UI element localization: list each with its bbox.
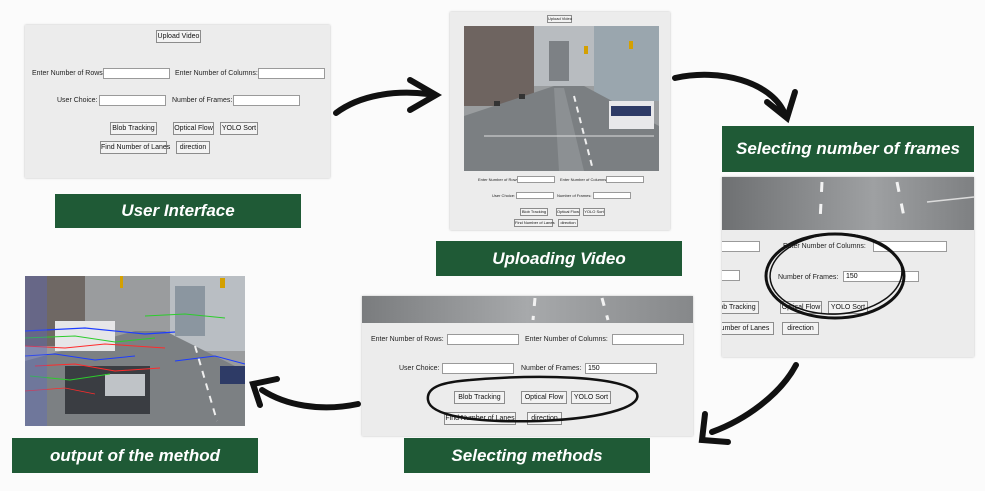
frames-label: Number of Frames: [557,193,592,198]
find-lanes-button[interactable]: Find Number of Lanes [514,219,555,227]
yolo-sort-button[interactable]: YOLO Sort [583,208,605,216]
caption-selecting-frames: Selecting number of frames [722,126,974,172]
rows-input[interactable] [103,68,170,79]
user-choice-label: User Choice: [399,365,440,372]
columns-label: Enter Number of Columns: [783,243,866,250]
blob-tracking-button[interactable]: ob Tracking [722,301,759,314]
tracking-output-icon [25,276,245,426]
lane-markings-icon [531,297,610,321]
columns-label: Enter Number of Columns: [560,177,608,182]
user-choice-input[interactable] [516,192,554,199]
left-partial-input[interactable] [722,241,760,252]
find-lanes-button[interactable]: umber of Lanes [722,322,774,335]
yolo-sort-button[interactable]: YOLO Sort [571,391,611,404]
frames-input[interactable] [593,192,631,199]
caption-selecting-methods: Selecting methods [404,438,650,473]
blob-tracking-button[interactable]: Blob Tracking [110,122,157,135]
frames-input[interactable]: 150 [585,363,657,374]
rows-input[interactable] [517,176,555,183]
yolo-sort-button[interactable]: YOLO Sort [828,301,868,314]
optical-flow-button[interactable]: Optical Flow [556,208,580,216]
direction-button[interactable]: direction [558,219,578,227]
frames-label: Number of Frames: [172,97,233,104]
lane-markings-icon [818,181,974,223]
optical-flow-button[interactable]: Optical Flow [780,301,822,314]
caption-uploading-video: Uploading Video [436,241,682,276]
user-choice-input[interactable] [442,363,514,374]
optical-flow-button[interactable]: Optical Flow [521,391,567,404]
ui-panel-frames-zoom: Enter Number of Columns: Number of Frame… [722,177,974,357]
columns-input[interactable] [606,176,644,183]
upload-video-button[interactable]: Upload Video [547,15,572,23]
frames-input[interactable] [233,95,300,106]
columns-input[interactable] [873,241,947,252]
rows-input[interactable] [447,334,519,345]
direction-button[interactable]: direction [782,322,819,335]
rows-label: Enter Number of Rows: [371,336,444,343]
frames-label: Number of Frames: [521,365,582,372]
find-lanes-button[interactable]: Find Number of Lanes [100,141,170,154]
street-scene-icon [464,26,659,171]
rows-label: Enter Number of Rows: [478,177,520,182]
user-choice-label: User Choice: [492,193,516,198]
caption-output: output of the method [12,438,258,473]
columns-input[interactable] [612,334,684,345]
columns-label: Enter Number of Columns: [175,70,258,77]
find-lanes-button[interactable]: Find Number of Lanes [444,412,516,425]
ui-panel-methods-zoom: Enter Number of Rows: Enter Number of Co… [362,296,693,436]
user-choice-label: User Choice: [57,97,98,104]
uploaded-video-frame [464,26,659,171]
caption-user-interface: User Interface [55,194,301,228]
yolo-sort-button[interactable]: YOLO Sort [220,122,258,135]
ui-panel-main: Upload Video Enter Number of Rows: Enter… [25,25,330,178]
upload-video-button[interactable]: Upload Video [156,30,201,43]
frames-label: Number of Frames: [778,274,839,281]
optical-flow-button[interactable]: Optical Flow [173,122,214,135]
blob-tracking-button[interactable]: Blob Tracking [454,391,505,404]
direction-button[interactable]: direction [527,412,562,425]
output-video-frame [25,276,245,426]
ui-panel-upload: Upload Video Enter Number of Rows: Enter… [450,12,670,230]
columns-input[interactable] [258,68,325,79]
blob-tracking-button[interactable]: Blob Tracking [520,208,548,216]
columns-label: Enter Number of Columns: [525,336,608,343]
left-partial-input-2[interactable] [722,270,740,281]
frames-input[interactable]: 150 [843,271,919,282]
direction-button[interactable]: direction [176,141,210,154]
rows-label: Enter Number of Rows: [32,70,105,77]
user-choice-input[interactable] [99,95,166,106]
